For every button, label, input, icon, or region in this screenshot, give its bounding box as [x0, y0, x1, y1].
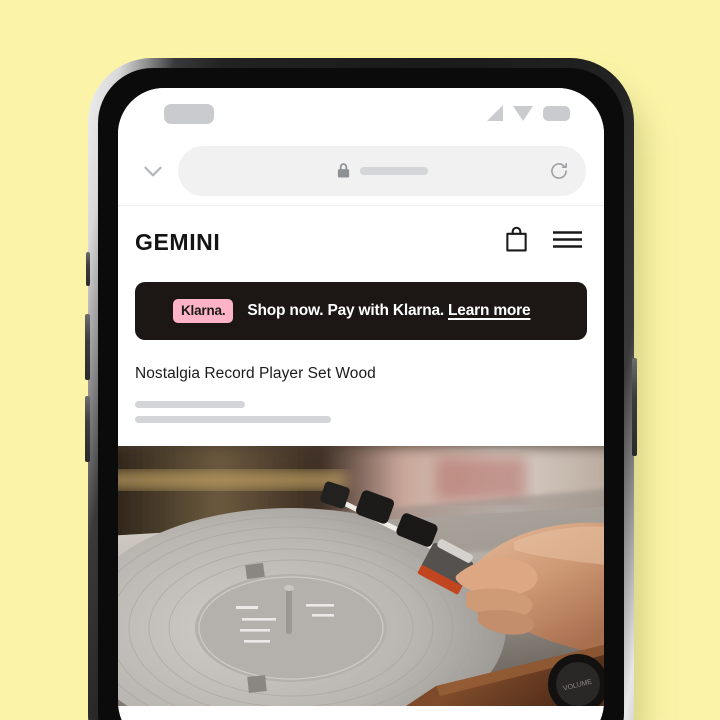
url-content [336, 162, 428, 179]
skeleton-line-1 [135, 400, 245, 408]
klarna-promo-banner[interactable]: Klarna. Shop now. Pay with Klarna. Learn … [135, 282, 587, 340]
skeleton-line-2 [135, 415, 331, 423]
url-address-bar[interactable] [178, 145, 586, 196]
chevron-down-icon[interactable] [134, 152, 172, 190]
phone-screen: GEMINI Klarna. Shop now. Pay with Klarna… [118, 88, 604, 720]
turntable-photo-illustration: VOLUME [118, 445, 604, 706]
volume-up-button[interactable] [85, 314, 90, 380]
product-title: Nostalgia Record Player Set Wood [135, 365, 376, 382]
brand-logo[interactable]: GEMINI [135, 229, 504, 256]
klarna-banner-message: Shop now. Pay with Klarna. Learn more [247, 302, 530, 320]
volume-down-button[interactable] [85, 396, 90, 462]
klarna-message-text: Shop now. Pay with Klarna. [247, 302, 444, 319]
phone-bezel: GEMINI Klarna. Shop now. Pay with Klarna… [98, 68, 624, 720]
url-text-placeholder [360, 166, 428, 175]
status-bar [118, 88, 604, 136]
reload-icon[interactable] [546, 158, 572, 184]
hamburger-menu-icon[interactable] [552, 229, 583, 255]
header-actions [504, 226, 583, 258]
cellular-signal-icon [487, 105, 503, 121]
lock-icon [337, 163, 350, 178]
browser-chrome-bar [118, 136, 604, 206]
product-info-block: Nostalgia Record Player Set Wood [118, 340, 604, 423]
silent-switch-button[interactable] [86, 252, 90, 286]
power-button[interactable] [632, 358, 637, 456]
screenshot-stage: GEMINI Klarna. Shop now. Pay with Klarna… [0, 0, 720, 720]
learn-more-link[interactable]: Learn more [448, 302, 531, 319]
site-header: GEMINI [118, 206, 604, 278]
battery-icon [543, 106, 570, 121]
product-image[interactable]: VOLUME [118, 445, 604, 706]
wifi-icon [513, 106, 533, 121]
klarna-logo-badge: Klarna. [173, 298, 234, 324]
status-time-placeholder [164, 104, 214, 124]
shopping-bag-icon[interactable] [504, 226, 529, 258]
phone-device-frame: GEMINI Klarna. Shop now. Pay with Klarna… [85, 58, 637, 720]
status-icons-group [487, 105, 570, 121]
